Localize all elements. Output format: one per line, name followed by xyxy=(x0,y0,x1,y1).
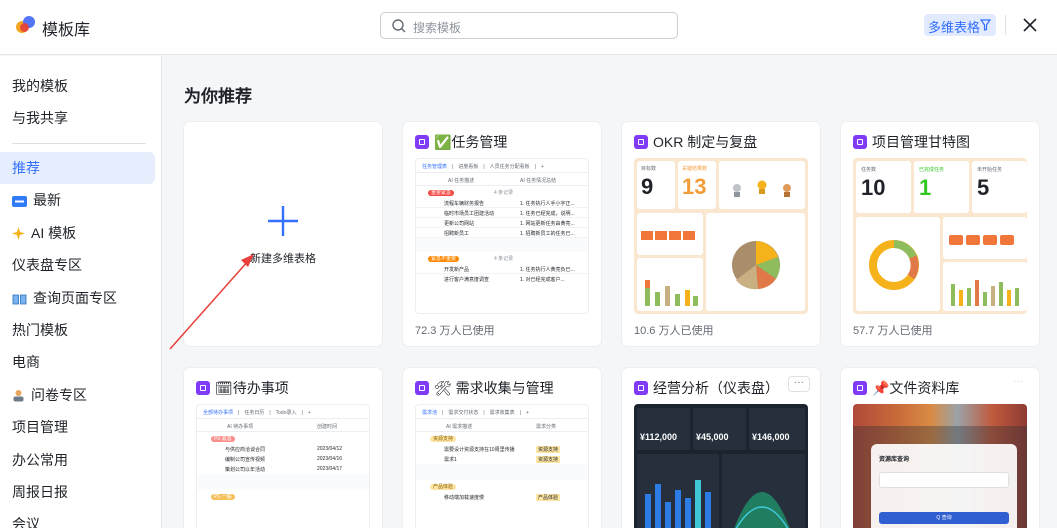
sidebar-item-survey-zone[interactable]: 问卷专区 xyxy=(0,379,155,411)
new-badge-icon xyxy=(12,196,27,207)
sidebar-item-label: 热门模板 xyxy=(12,322,68,338)
filter-label: 多维表格 xyxy=(928,20,981,35)
sidebar-divider xyxy=(12,143,146,144)
sidebar-item-recommended[interactable]: 推荐 xyxy=(0,152,155,184)
sidebar-item-label: 会议 xyxy=(12,516,40,528)
sidebar-item-label: 与我共享 xyxy=(12,110,68,126)
sidebar-item-latest[interactable]: 最新 xyxy=(0,184,155,216)
sidebar-item-project-management[interactable]: 项目管理 xyxy=(0,411,155,443)
bitable-filter-button[interactable]: 多维表格 xyxy=(924,14,996,36)
sidebar-item-query-page-zone[interactable]: 查询页面专区 xyxy=(0,282,155,314)
sidebar-item-label: 周报日报 xyxy=(12,484,68,500)
top-bar: 模板库 搜索模板 多维表格 xyxy=(0,0,1057,55)
main-content: 为你推荐 新建多维表格 ✅任务管理 任务管理表 | 进度看板 | 人员任务分配看… xyxy=(163,56,1057,528)
sidebar-item-weekly-daily-report[interactable]: 周报日报 xyxy=(0,476,155,508)
sidebar-item-ecommerce[interactable]: 电商 xyxy=(0,346,155,378)
sparkle-icon xyxy=(12,227,25,240)
sidebar-item-label: 问卷专区 xyxy=(31,387,87,403)
sidebar-item-label: 办公常用 xyxy=(12,452,68,468)
sidebar-item-ai-templates[interactable]: AI 模板 xyxy=(0,217,155,249)
annotation-arrow-icon xyxy=(169,254,254,350)
sidebar-item-popular[interactable]: 热门模板 xyxy=(0,314,155,346)
search-placeholder: 搜索模板 xyxy=(413,21,462,35)
close-icon[interactable] xyxy=(1021,16,1039,34)
person-icon xyxy=(13,390,24,402)
sidebar-item-label: 仪表盘专区 xyxy=(12,257,82,273)
sidebar-item-dashboard-zone[interactable]: 仪表盘专区 xyxy=(0,249,155,281)
sidebar-item-label: 最新 xyxy=(33,192,61,208)
sidebar-item-label: 项目管理 xyxy=(12,419,68,435)
sidebar-item-label: 推荐 xyxy=(12,160,40,176)
sidebar-item-label: 我的模板 xyxy=(12,78,68,94)
sidebar-item-my-templates[interactable]: 我的模板 xyxy=(0,70,155,102)
template-library-logo-icon xyxy=(16,15,36,35)
sidebar-item-label: 电商 xyxy=(12,354,40,370)
book-icon xyxy=(12,294,27,305)
sidebar-item-office[interactable]: 办公常用 xyxy=(0,444,155,476)
search-icon xyxy=(392,19,406,33)
sidebar-item-shared[interactable]: 与我共享 xyxy=(0,102,155,134)
filter-icon xyxy=(980,19,991,31)
search-input[interactable]: 搜索模板 xyxy=(380,12,678,39)
sidebar-item-meeting[interactable]: 会议 xyxy=(0,508,155,528)
sidebar: 我的模板 与我共享 推荐 最新 AI 模板 仪表盘专区 查询页面专区 热门模板 … xyxy=(0,56,162,528)
sidebar-item-label: AI 模板 xyxy=(31,225,77,241)
header-divider xyxy=(1005,15,1006,35)
sidebar-item-label: 查询页面专区 xyxy=(33,290,117,306)
page-title: 模板库 xyxy=(42,22,91,39)
